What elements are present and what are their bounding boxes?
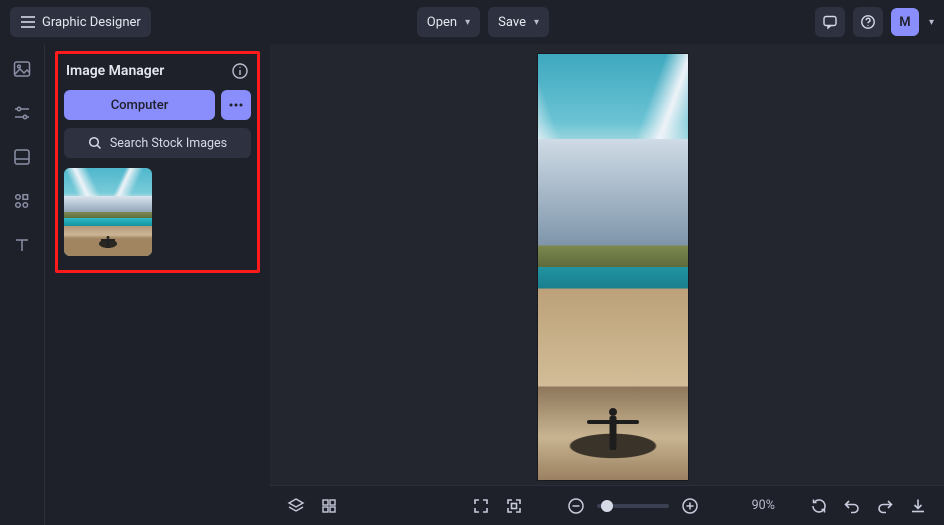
- open-button[interactable]: Open ▾: [417, 7, 480, 37]
- grid-view-icon[interactable]: [317, 493, 340, 519]
- open-label: Open: [427, 15, 457, 30]
- template-tool-icon[interactable]: [11, 146, 33, 168]
- zoom-level: 90%: [739, 498, 787, 513]
- bottom-toolbar: 90%: [270, 485, 944, 525]
- canvas-area[interactable]: [270, 44, 944, 485]
- zoom-out-icon[interactable]: [563, 493, 589, 519]
- search-icon: [88, 136, 102, 150]
- fit-screen-icon[interactable]: [469, 493, 492, 519]
- feedback-button[interactable]: [815, 7, 845, 37]
- chevron-down-icon: ▾: [465, 17, 470, 28]
- top-bar: Graphic Designer Open ▾ Save ▾ M ▾: [0, 0, 944, 44]
- image-thumbnail[interactable]: [64, 168, 152, 256]
- panel-title: Image Manager: [66, 63, 164, 79]
- reset-icon[interactable]: [807, 493, 830, 519]
- search-stock-label: Search Stock Images: [110, 136, 227, 151]
- save-button[interactable]: Save ▾: [488, 7, 549, 37]
- redo-icon[interactable]: [874, 493, 897, 519]
- main-menu-button[interactable]: Graphic Designer: [10, 7, 151, 37]
- save-label: Save: [498, 15, 526, 30]
- text-tool-icon[interactable]: [11, 234, 33, 256]
- actual-size-icon[interactable]: [502, 493, 525, 519]
- person-arms-icon: [101, 239, 115, 241]
- info-icon[interactable]: [231, 62, 249, 80]
- layers-icon[interactable]: [284, 493, 307, 519]
- person-arms-icon: [587, 420, 639, 424]
- chat-icon: [822, 14, 838, 30]
- avatar-initial: M: [899, 15, 910, 30]
- elements-tool-icon[interactable]: [11, 190, 33, 212]
- upload-from-computer-button[interactable]: Computer: [64, 90, 215, 120]
- chevron-down-icon[interactable]: ▾: [929, 17, 934, 28]
- more-options-button[interactable]: [221, 90, 251, 120]
- canvas-image[interactable]: [538, 54, 688, 480]
- download-icon[interactable]: [907, 493, 930, 519]
- zoom-slider[interactable]: [597, 504, 669, 508]
- chevron-down-icon: ▾: [534, 17, 539, 28]
- app-title: Graphic Designer: [42, 15, 141, 30]
- ellipsis-icon: [228, 103, 244, 107]
- hamburger-icon: [20, 15, 36, 29]
- computer-label: Computer: [111, 98, 169, 113]
- image-tool-icon[interactable]: [11, 58, 33, 80]
- adjust-tool-icon[interactable]: [11, 102, 33, 124]
- zoom-in-icon[interactable]: [677, 493, 703, 519]
- image-manager-panel: Image Manager Computer Search Stock Imag…: [55, 51, 260, 273]
- user-avatar[interactable]: M: [891, 8, 919, 36]
- zoom-controls: 90%: [563, 493, 787, 519]
- person-head-icon: [609, 408, 617, 416]
- help-button[interactable]: [853, 7, 883, 37]
- help-icon: [860, 14, 876, 30]
- person-head-icon: [107, 236, 110, 239]
- left-toolbar: [0, 44, 45, 525]
- undo-icon[interactable]: [840, 493, 863, 519]
- search-stock-button[interactable]: Search Stock Images: [64, 128, 251, 158]
